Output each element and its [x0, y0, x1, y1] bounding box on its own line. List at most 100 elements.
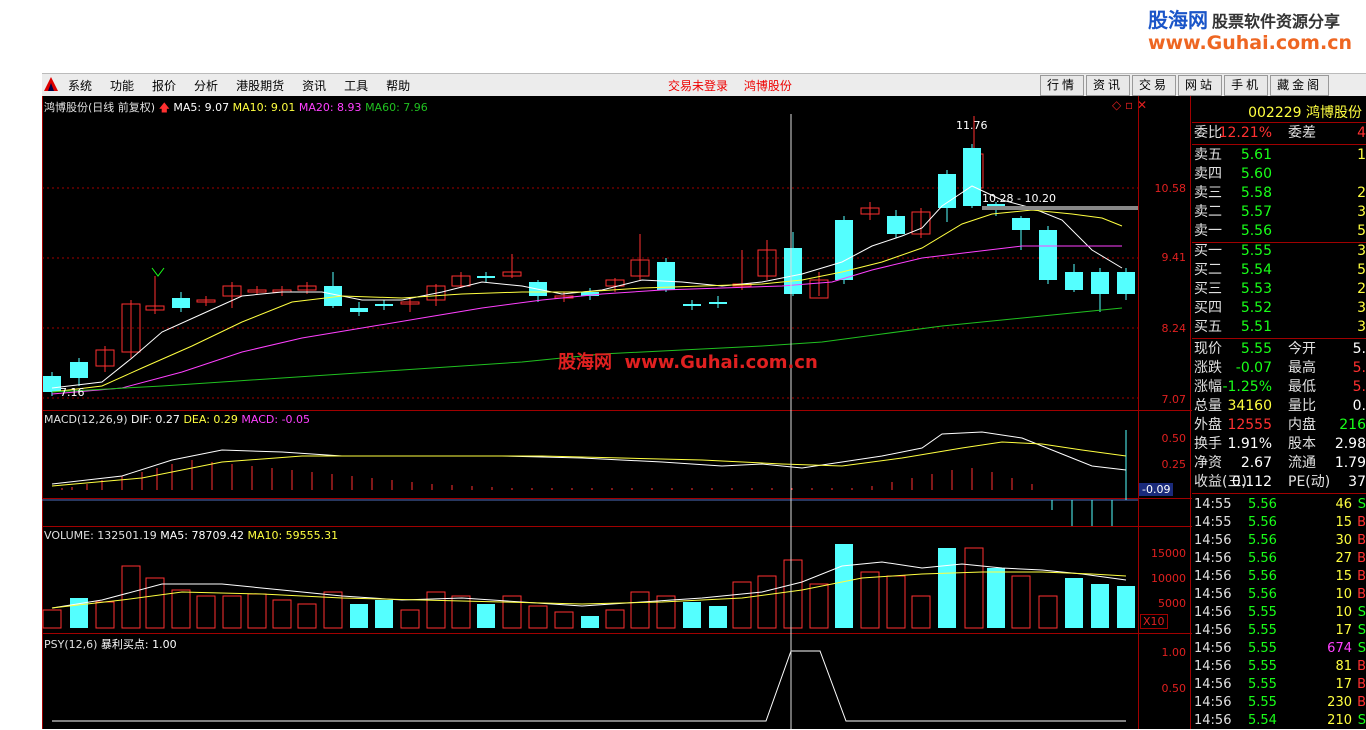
tick-row-vol: 27	[1335, 551, 1352, 566]
buy-row: 买三 5.53 2	[1194, 280, 1366, 299]
current-stock[interactable]: 鸿博股份	[744, 79, 792, 93]
volume-bar	[222, 595, 242, 629]
buy-row-v2: 3	[1357, 243, 1366, 259]
status-area: 交易未登录 鸿博股份	[668, 77, 804, 94]
watermark-site: 股海网	[1148, 8, 1208, 32]
stat-row-v: 0.112	[1231, 474, 1272, 490]
tick-row-bs: S	[1357, 641, 1366, 656]
sell-row: 卖三 5.58 2	[1194, 184, 1366, 203]
tick-row-bs: S	[1357, 497, 1366, 512]
buy-row-v: 5.53	[1240, 281, 1272, 297]
weibi-row: 委比 12.21% 委差 4	[1194, 124, 1366, 143]
tick-row-vol: 15	[1335, 569, 1352, 584]
watermark-logo: 股海网 股票软件资源分享 www.Guhai.com.cn	[1148, 4, 1360, 54]
tick-row-p: 5.56	[1248, 533, 1277, 548]
menu-item[interactable]: 资讯	[302, 79, 326, 93]
stat-row-k2: 流通	[1288, 455, 1316, 471]
tick-row-vol: 210	[1327, 713, 1352, 728]
sell-row-v2: 5	[1357, 223, 1366, 239]
sell-row-v: 5.58	[1240, 185, 1272, 201]
stat-row-k2: 最低	[1288, 379, 1316, 395]
buy-row-v: 5.52	[1240, 300, 1272, 316]
buy-row-k: 买三	[1194, 281, 1222, 297]
tick-row-t: 14:56	[1194, 605, 1232, 620]
sell-row: 卖五 5.61 1	[1194, 146, 1366, 165]
price-tick: 9.41	[1161, 251, 1187, 264]
toolbar-button[interactable]: 手机	[1224, 75, 1269, 96]
tick-row: 14:55 5.56 46 S	[1194, 496, 1366, 514]
volume-tick: 15000	[1151, 547, 1186, 560]
toolbar-button[interactable]: 行情	[1040, 75, 1085, 96]
tick-row: 14:56 5.55 10 S	[1194, 604, 1366, 622]
volume-bar	[1011, 575, 1031, 629]
login-status[interactable]: 交易未登录	[668, 79, 728, 93]
volume-bar	[683, 602, 701, 628]
tick-row-vol: 17	[1335, 677, 1352, 692]
menu-item[interactable]: 系统	[68, 79, 92, 93]
menu-item[interactable]: 分析	[194, 79, 218, 93]
tick-row-t: 14:56	[1194, 713, 1232, 728]
stat-row-k: 总量	[1194, 398, 1222, 414]
stat-row: 涨幅 -1.25% 最低 5.	[1194, 378, 1366, 397]
stat-row-k2: 内盘	[1288, 417, 1316, 433]
chart-area: 鸿博股份(日线 前复权) 🡅 MA5: 9.07 MA10: 9.01 MA20…	[42, 96, 1366, 729]
sell-row: 卖二 5.57 3	[1194, 203, 1366, 222]
toolbar-button[interactable]: 资讯	[1086, 75, 1131, 96]
tick-row-t: 14:55	[1194, 515, 1232, 530]
tick-row-p: 5.54	[1248, 713, 1277, 728]
stat-row-v2: 1.79	[1334, 455, 1366, 471]
stat-row-k: 涨跌	[1194, 360, 1222, 376]
price-tick: 10.58	[1154, 182, 1187, 195]
sell-row-v: 5.60	[1240, 166, 1272, 182]
tick-row-bs: S	[1357, 623, 1366, 638]
toolbar-button[interactable]: 藏金阁	[1270, 75, 1330, 96]
tick-row-vol: 15	[1335, 515, 1352, 530]
menu-item[interactable]: 港股期货	[236, 79, 284, 93]
macd-chart[interactable]	[42, 410, 1138, 526]
buy-row-k: 买二	[1194, 262, 1222, 278]
menu-item[interactable]: 报价	[152, 79, 176, 93]
volume-bar	[809, 583, 829, 629]
buy-row: 买一 5.55 3	[1194, 242, 1366, 261]
candle-body	[887, 216, 905, 234]
sell-row: 卖四 5.60	[1194, 165, 1366, 184]
tick-row-p: 5.56	[1248, 551, 1277, 566]
toolbar-button[interactable]: 网站	[1178, 75, 1223, 96]
volume-bar	[95, 601, 115, 629]
psy-chart[interactable]	[42, 633, 1138, 729]
quote-divider	[1190, 96, 1191, 729]
volume-bar	[1065, 578, 1083, 628]
stat-row-v: 1.91%	[1227, 436, 1272, 452]
tick-row-vol: 674	[1327, 641, 1352, 656]
menu-item[interactable]: 帮助	[386, 79, 410, 93]
volume-tick: 5000	[1158, 597, 1186, 610]
volume-bar	[757, 575, 777, 629]
tick-row-vol: 46	[1335, 497, 1352, 512]
buy-row-v2: 3	[1357, 300, 1366, 316]
high-label: 11.76	[956, 119, 988, 132]
tick-row-vol: 230	[1327, 695, 1352, 710]
macd-tick: 0.25	[1161, 458, 1187, 471]
tick-row-bs: S	[1357, 713, 1366, 728]
buy-row-k: 买五	[1194, 319, 1222, 335]
volume-chart[interactable]	[42, 526, 1138, 633]
menu-item[interactable]: 工具	[344, 79, 368, 93]
menu-item[interactable]: 功能	[110, 79, 134, 93]
tick-row-vol: 30	[1335, 533, 1352, 548]
range-label: 10.28 - 10.20	[982, 192, 1056, 205]
buy-row: 买四 5.52 3	[1194, 299, 1366, 318]
buy-arrow-icon	[151, 267, 165, 277]
stat-row-v2: 216	[1339, 417, 1366, 433]
candle-body	[657, 262, 675, 290]
tick-row-p: 5.56	[1248, 569, 1277, 584]
stat-row: 收益(三) 0.112 PE(动) 37	[1194, 473, 1366, 492]
app-logo-icon	[44, 77, 58, 91]
tick-row-bs: B	[1357, 515, 1366, 530]
volume-bar	[886, 575, 906, 629]
sell-row-k: 卖四	[1194, 166, 1222, 182]
toolbar-button[interactable]: 交易	[1132, 75, 1177, 96]
volume-bar	[630, 591, 650, 629]
sell-row-k: 卖五	[1194, 147, 1222, 163]
candle-body	[963, 148, 981, 206]
macd-current: -0.09	[1139, 483, 1174, 496]
